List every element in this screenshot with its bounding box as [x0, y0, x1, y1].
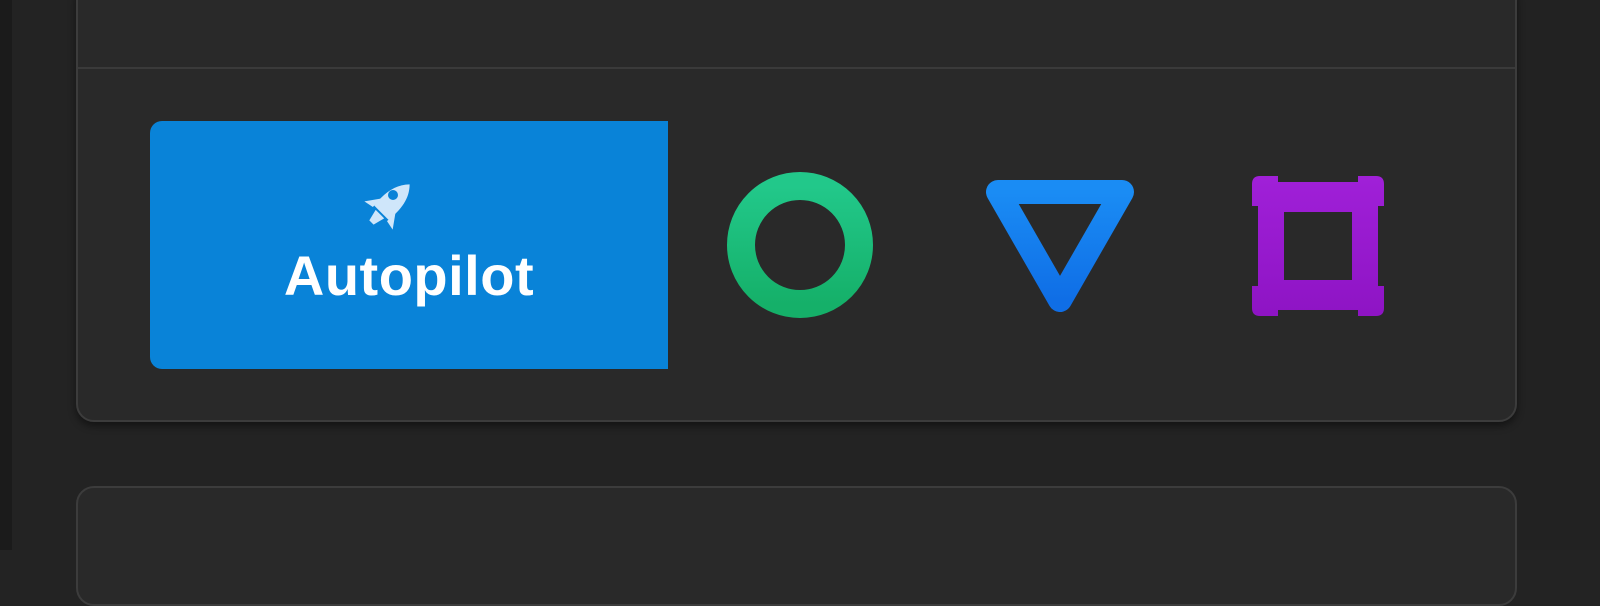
rocket-icon: [364, 184, 410, 230]
window-right-margin: [1510, 0, 1600, 550]
autopilot-label: Autopilot: [283, 244, 535, 307]
triangle-icon[interactable]: [978, 174, 1142, 318]
lower-panel: [76, 486, 1517, 606]
circle-icon[interactable]: [726, 171, 874, 319]
window-left-edge: [0, 0, 12, 550]
panel-divider: [78, 67, 1515, 69]
square-icon[interactable]: [1242, 170, 1394, 322]
